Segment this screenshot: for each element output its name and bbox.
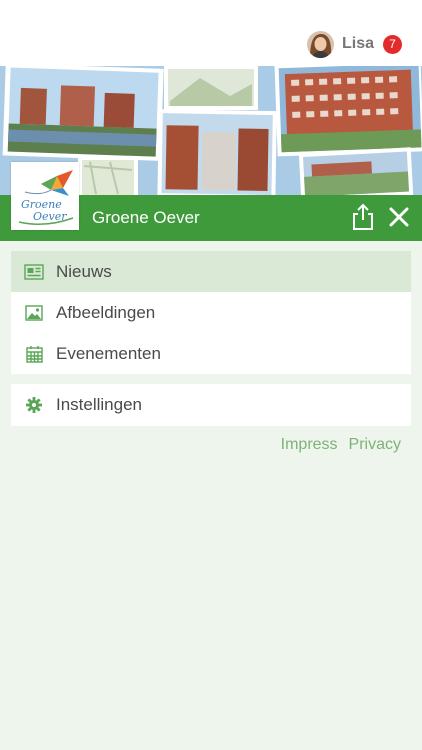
secondary-menu: Instellingen <box>11 384 411 426</box>
menu-item-afbeeldingen[interactable]: Afbeeldingen <box>11 292 411 333</box>
primary-menu: Nieuws Afbeeldingen Evenementen <box>11 251 411 374</box>
notification-badge[interactable]: 7 <box>383 34 402 54</box>
menu-item-nieuws[interactable]: Nieuws <box>11 251 411 292</box>
avatar[interactable] <box>306 30 334 58</box>
user-name[interactable]: Lisa <box>342 35 374 53</box>
privacy-link[interactable]: Privacy <box>349 436 401 454</box>
impress-link[interactable]: Impress <box>281 436 338 454</box>
close-icon[interactable] <box>386 204 412 230</box>
image-icon <box>24 303 44 323</box>
app-logo: Groene Oever <box>11 162 79 230</box>
menu-label-instellingen: Instellingen <box>56 395 143 414</box>
menu-label-afbeeldingen: Afbeeldingen <box>56 302 156 322</box>
user-profile[interactable]: Lisa 7 <box>306 30 402 58</box>
menu-item-evenementen[interactable]: Evenementen <box>11 333 411 374</box>
share-icon[interactable] <box>350 203 376 231</box>
menu-item-instellingen[interactable]: Instellingen <box>11 384 411 426</box>
top-bar: Lisa 7 <box>0 0 422 66</box>
newspaper-icon <box>24 262 44 282</box>
footer-links: Impress Privacy <box>281 436 401 454</box>
app-title: Groene Oever <box>92 208 200 227</box>
gear-icon <box>24 395 44 415</box>
menu-label-nieuws: Nieuws <box>56 261 112 281</box>
calendar-icon <box>24 344 44 364</box>
menu-label-evenementen: Evenementen <box>56 343 161 363</box>
